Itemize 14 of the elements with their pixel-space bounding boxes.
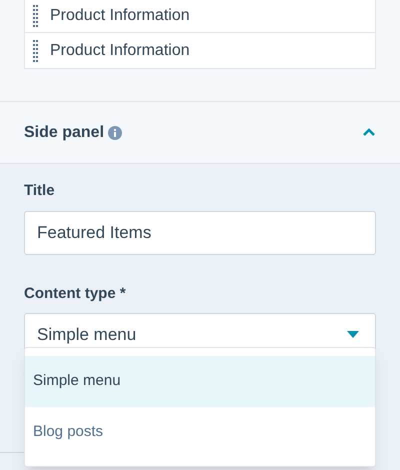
field-label: Title — [24, 181, 56, 201]
title-field[interactable]: Featured Items — [24, 210, 376, 254]
drag-handle-icon[interactable] — [33, 40, 38, 62]
section-title: Side panel — [24, 122, 104, 142]
item-label: Product Information — [50, 40, 190, 60]
info-icon[interactable] — [108, 126, 122, 140]
caret-down-icon — [347, 331, 359, 338]
dropdown-option[interactable]: Simple menu — [25, 356, 375, 407]
drag-handle-icon[interactable] — [33, 5, 38, 27]
item-label: Product Information — [50, 6, 190, 26]
field-label: Content type * — [24, 284, 127, 304]
dropdown-option[interactable]: Blog posts — [25, 407, 375, 458]
section-header[interactable]: Side panel — [0, 102, 400, 164]
chevron-up-icon[interactable] — [362, 128, 376, 137]
